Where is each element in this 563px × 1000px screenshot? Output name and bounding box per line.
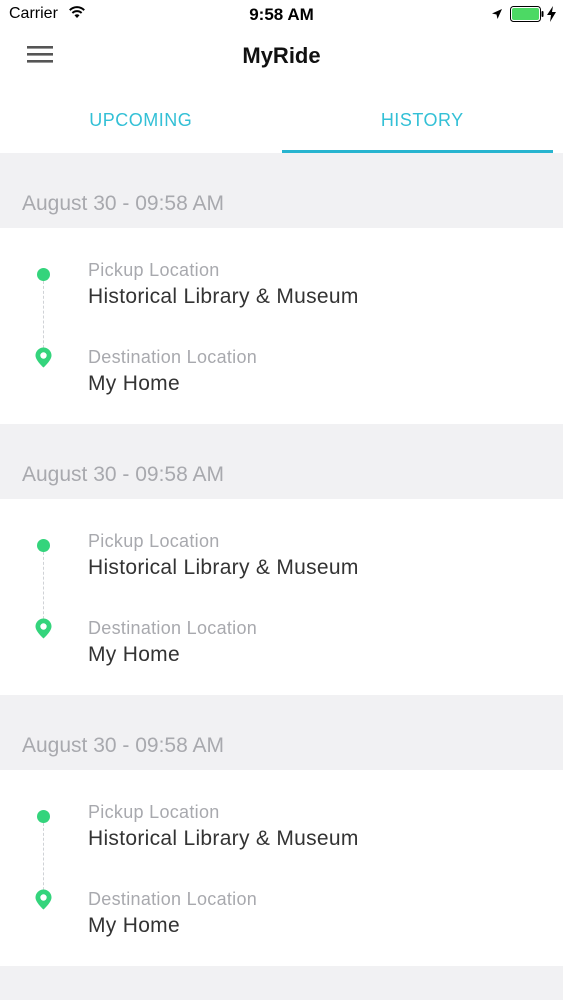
- pickup-dot-icon: [37, 268, 50, 281]
- nav-bar: MyRide: [0, 30, 563, 88]
- pickup-location-value: Historical Library & Museum: [88, 556, 359, 579]
- app-screen: Carrier 9:58 AM MyRide UPCOMING HISTORY …: [0, 0, 563, 1000]
- pickup-dot-icon: [37, 810, 50, 823]
- pickup-dot-icon: [37, 539, 50, 552]
- charging-bolt-icon: [547, 6, 556, 27]
- ride-card[interactable]: Pickup Location Historical Library & Mus…: [0, 770, 563, 966]
- pickup-location-label: Pickup Location: [88, 802, 220, 822]
- status-bar: Carrier 9:58 AM: [0, 0, 563, 30]
- tab-history[interactable]: HISTORY: [281, 88, 563, 153]
- ride-history-list: August 30 - 09:58 AM Pickup Location His…: [0, 153, 563, 966]
- destination-location-value: My Home: [88, 914, 180, 937]
- ride-section: August 30 - 09:58 AM Pickup Location His…: [0, 695, 563, 966]
- location-arrow-icon: [491, 7, 503, 25]
- tab-upcoming[interactable]: UPCOMING: [0, 88, 282, 153]
- hamburger-menu-icon: [27, 44, 53, 69]
- route-dashed-line: [43, 547, 44, 629]
- destination-location-label: Destination Location: [88, 889, 258, 909]
- route-dashed-line: [43, 276, 44, 358]
- destination-location-value: My Home: [88, 643, 180, 666]
- pickup-location-label: Pickup Location: [88, 260, 220, 280]
- status-time: 9:58 AM: [249, 5, 314, 24]
- ride-date-header: August 30 - 09:58 AM: [0, 424, 563, 499]
- ride-date-header: August 30 - 09:58 AM: [0, 695, 563, 770]
- ride-card[interactable]: Pickup Location Historical Library & Mus…: [0, 499, 563, 695]
- destination-location-value: My Home: [88, 372, 180, 395]
- destination-pin-icon: [35, 618, 52, 644]
- destination-location-label: Destination Location: [88, 618, 258, 638]
- ride-card[interactable]: Pickup Location Historical Library & Mus…: [0, 228, 563, 424]
- destination-pin-icon: [35, 347, 52, 373]
- menu-button[interactable]: [20, 40, 60, 72]
- ride-section: August 30 - 09:58 AM Pickup Location His…: [0, 153, 563, 424]
- battery-icon: [510, 6, 545, 27]
- app-title: MyRide: [242, 43, 321, 68]
- pickup-location-value: Historical Library & Museum: [88, 827, 359, 850]
- route-dashed-line: [43, 818, 44, 900]
- destination-pin-icon: [35, 889, 52, 915]
- pickup-location-label: Pickup Location: [88, 531, 220, 551]
- ride-date-header: August 30 - 09:58 AM: [0, 153, 563, 228]
- ride-section: August 30 - 09:58 AM Pickup Location His…: [0, 424, 563, 695]
- destination-location-label: Destination Location: [88, 347, 258, 367]
- pickup-location-value: Historical Library & Museum: [88, 285, 359, 308]
- ride-tabs: UPCOMING HISTORY: [0, 88, 563, 153]
